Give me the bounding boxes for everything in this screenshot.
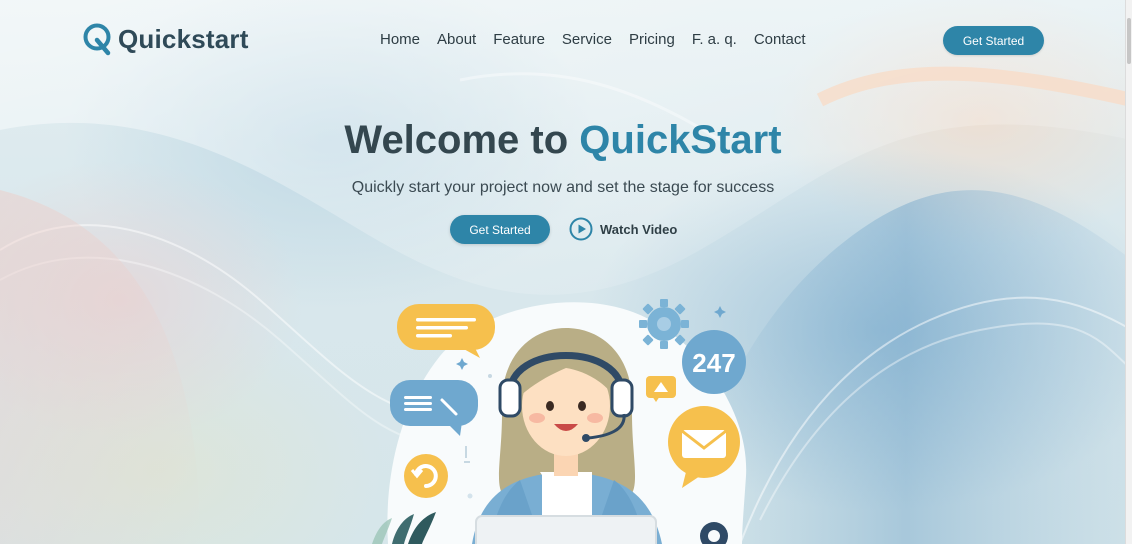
brand-logo[interactable]: Quickstart — [82, 22, 249, 56]
nav-pricing[interactable]: Pricing — [629, 31, 675, 48]
hero-get-started-button[interactable]: Get Started — [450, 215, 550, 244]
nav-about[interactable]: About — [437, 31, 476, 48]
support-247-badge: 247 — [682, 330, 746, 394]
scrollbar-thumb[interactable] — [1127, 18, 1131, 64]
nav-service[interactable]: Service — [562, 31, 612, 48]
site-header: Quickstart Home About Feature Service Pr… — [0, 0, 1126, 80]
watch-video-label: Watch Video — [600, 221, 678, 237]
play-circle-icon — [569, 217, 593, 241]
main-nav: Home About Feature Service Pricing F. a.… — [380, 31, 806, 48]
hero-title: Welcome to QuickStart — [0, 118, 1126, 163]
header-get-started-button[interactable]: Get Started — [943, 26, 1044, 55]
nav-feature[interactable]: Feature — [493, 31, 545, 48]
nav-faq[interactable]: F. a. q. — [692, 31, 737, 48]
hero-title-prefix: Welcome to — [344, 118, 580, 162]
page-scrollbar[interactable] — [1125, 0, 1132, 544]
hero-subtitle: Quickly start your project now and set t… — [351, 179, 775, 196]
brand-name: Quickstart — [118, 23, 249, 54]
nav-contact[interactable]: Contact — [754, 31, 806, 48]
hero-illustration: 247 — [372, 299, 747, 544]
nav-home[interactable]: Home — [380, 31, 420, 48]
refresh-icon — [404, 454, 448, 498]
logo-q-icon — [83, 23, 111, 56]
hero-title-accent: QuickStart — [579, 118, 782, 162]
badge-text: 247 — [692, 348, 735, 378]
watch-video-link[interactable]: Watch Video — [569, 217, 677, 241]
gear-icon — [639, 299, 689, 349]
